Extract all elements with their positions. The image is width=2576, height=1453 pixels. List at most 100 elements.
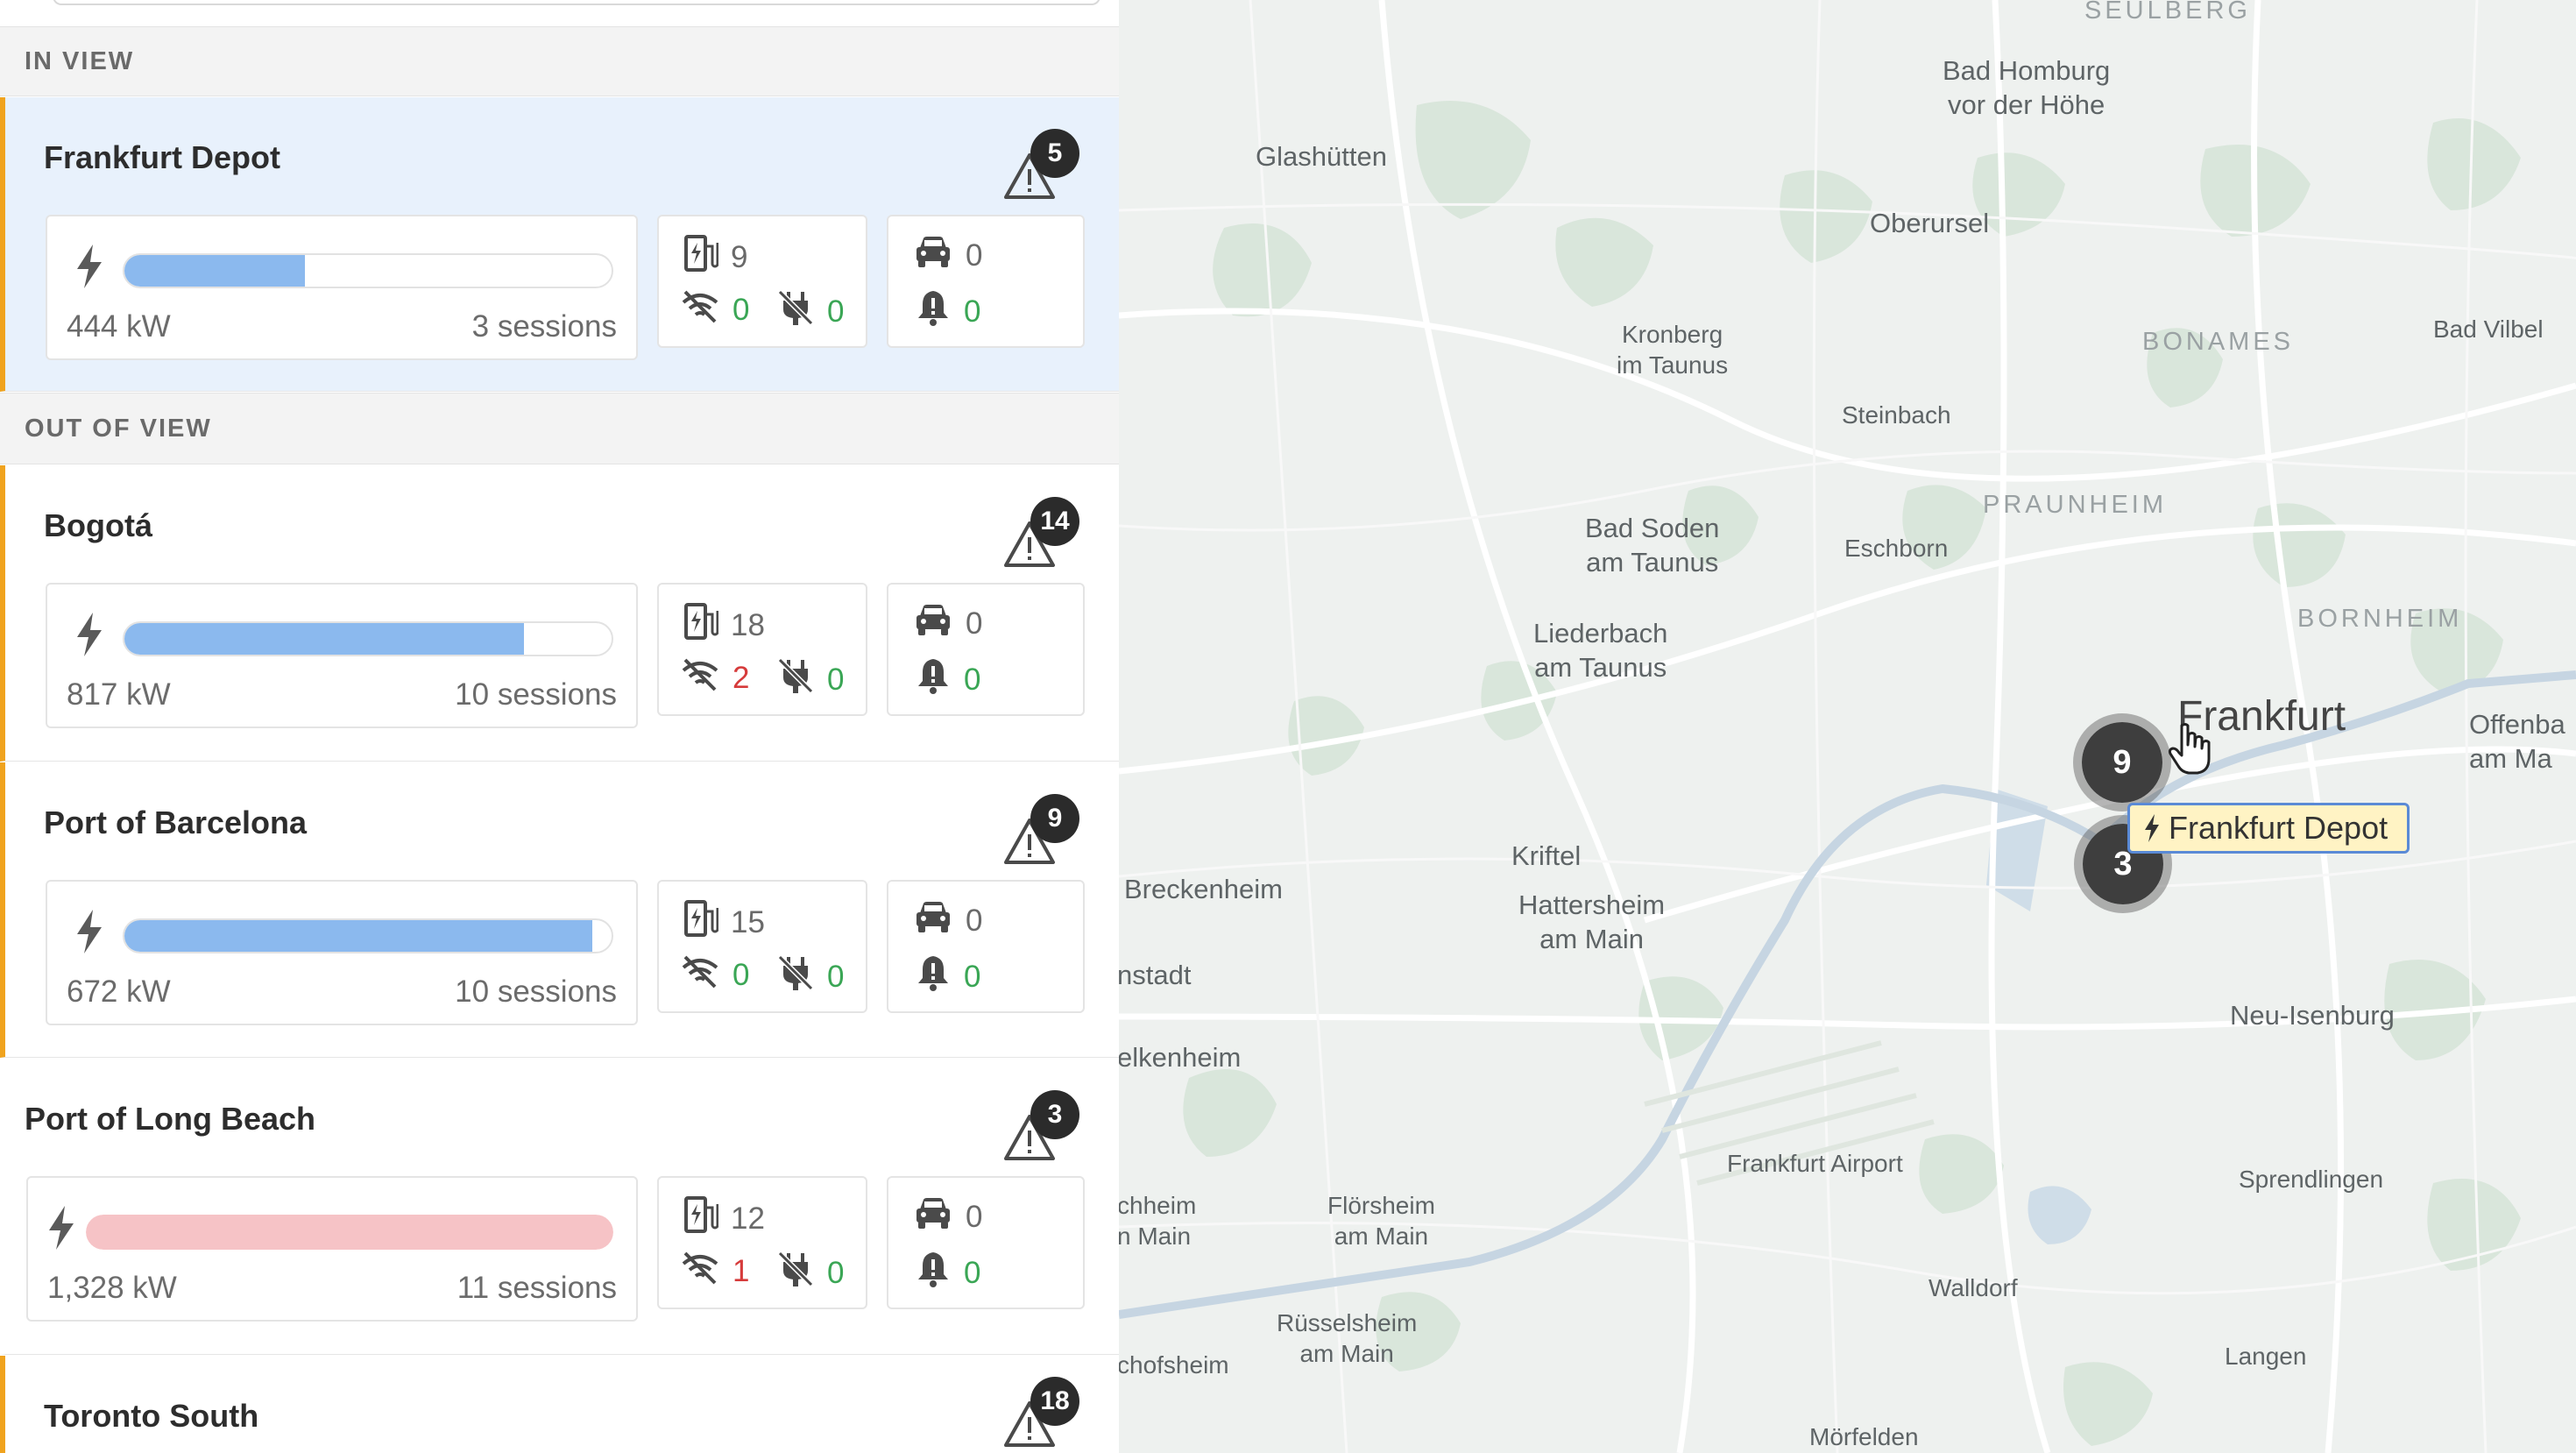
map-label: Hattersheim am Main — [1518, 890, 1666, 954]
vehicle-count: 0 — [966, 1199, 983, 1234]
session-count: 3 sessions — [471, 309, 617, 344]
vehicle-alert-count: 0 — [964, 1255, 981, 1290]
faulted-count: 0 — [827, 294, 845, 329]
power-panel: 444 kW 3 sessions — [46, 215, 638, 360]
power-kw: 672 kW — [67, 975, 171, 1009]
site-card-frankfurt-depot[interactable]: Frankfurt Depot 5 444 kW 3 sessions 9 0 … — [0, 97, 1119, 392]
alert-count-badge: 9 — [1030, 794, 1079, 843]
map-label: BORNHEIM — [2297, 605, 2463, 633]
vehicle-panel: 0 0 — [887, 1176, 1085, 1309]
car-icon — [913, 234, 953, 277]
wifi-off-icon — [680, 656, 720, 699]
power-capacity-bar — [123, 621, 613, 656]
map-label: Eschborn — [1844, 535, 1949, 562]
vehicle-count: 0 — [966, 237, 983, 273]
plug-off-icon — [776, 953, 815, 1000]
map-label: Flörsheim am Main — [1327, 1192, 1435, 1250]
out-of-view-header: OUT OF VIEW — [0, 393, 1119, 464]
power-panel: 817 kW 10 sessions — [46, 583, 638, 728]
site-card-port-of-barcelona[interactable]: Port of Barcelona 9 672 kW 10 sessions 1… — [0, 762, 1119, 1058]
vehicle-panel: 0 0 — [887, 215, 1085, 348]
site-name: Port of Long Beach — [25, 1101, 315, 1137]
charger-count: 12 — [731, 1201, 765, 1236]
charger-count: 15 — [731, 904, 765, 939]
map-label: chofsheim — [1119, 1351, 1229, 1379]
alert-indicator[interactable]: 9 — [995, 794, 1083, 873]
vehicle-panel: 0 0 — [887, 880, 1085, 1013]
charging-station-icon — [683, 234, 719, 280]
map-label: SEULBERG — [2084, 0, 2251, 25]
site-name: Frankfurt Depot — [44, 139, 280, 175]
alert-count-badge: 3 — [1030, 1090, 1079, 1139]
vehicle-alert-count: 0 — [964, 294, 981, 329]
bell-alert-icon — [915, 953, 952, 1000]
vehicle-alert-count: 0 — [964, 959, 981, 994]
map-view[interactable]: SEULBERG Bad Homburg vor der Höhe Glashü… — [1119, 0, 2576, 1453]
map-label: Kriftel — [1511, 840, 1582, 871]
lightning-icon — [2145, 814, 2159, 842]
map-label: Liederbach am Taunus — [1533, 618, 1668, 683]
map-label: Langen — [2225, 1343, 2307, 1370]
charger-panel: 12 1 0 — [657, 1176, 867, 1309]
session-count: 11 sessions — [456, 1271, 617, 1305]
in-view-header: IN VIEW — [0, 26, 1119, 96]
search-input[interactable] — [53, 0, 1100, 5]
alert-indicator[interactable]: 18 — [995, 1377, 1083, 1453]
charging-station-icon — [683, 1195, 719, 1242]
alert-count-badge: 14 — [1030, 497, 1079, 546]
map-label: nstadt — [1119, 960, 1192, 990]
site-card-bogota[interactable]: Bogotá 14 817 kW 10 sessions 18 2 0 0 0 — [0, 465, 1119, 762]
session-count: 10 sessions — [455, 677, 617, 712]
map-label: elkenheim — [1119, 1042, 1242, 1073]
map-label: Walldorf — [1928, 1274, 2018, 1301]
offline-count: 0 — [732, 292, 750, 327]
car-icon — [913, 899, 953, 942]
offline-count: 1 — [732, 1253, 750, 1288]
faulted-count: 0 — [827, 1255, 845, 1290]
charger-count: 18 — [731, 607, 765, 642]
site-card-port-of-long-beach[interactable]: Port of Long Beach 3 1,328 kW 11 session… — [0, 1059, 1119, 1355]
faulted-count: 0 — [827, 662, 845, 697]
wifi-off-icon — [680, 288, 720, 331]
alert-indicator[interactable]: 14 — [995, 497, 1083, 576]
offline-count: 0 — [732, 957, 750, 992]
alert-indicator[interactable]: 3 — [995, 1090, 1083, 1169]
map-label: Bad Soden am Taunus — [1585, 513, 1720, 578]
map-label: Frankfurt Airport — [1727, 1150, 1903, 1177]
map-label: chheim n Main — [1119, 1192, 1197, 1250]
lightning-icon — [77, 910, 102, 953]
bell-alert-icon — [915, 288, 952, 335]
map-label: BONAMES — [2142, 328, 2295, 356]
car-icon — [913, 602, 953, 645]
vehicle-panel: 0 0 — [887, 583, 1085, 716]
map-label: Steinbach — [1842, 401, 1951, 429]
site-cluster-upper[interactable]: 9 — [2073, 713, 2171, 812]
map-label: Breckenheim — [1124, 874, 1283, 904]
charging-station-icon — [683, 899, 719, 946]
power-kw: 1,328 kW — [47, 1271, 177, 1305]
site-name: Toronto South — [44, 1398, 259, 1434]
power-capacity-bar — [123, 918, 613, 953]
power-capacity-fill — [124, 623, 524, 655]
map-label: Kronberg im Taunus — [1617, 321, 1729, 379]
charging-station-icon — [683, 602, 719, 649]
power-capacity-fill — [124, 920, 592, 952]
power-capacity-fill — [124, 255, 305, 287]
vehicle-alert-count: 0 — [964, 662, 981, 697]
session-count: 10 sessions — [455, 975, 617, 1009]
alert-count-badge: 5 — [1030, 129, 1079, 178]
site-name: Port of Barcelona — [44, 804, 308, 840]
alert-indicator[interactable]: 5 — [995, 129, 1083, 208]
power-capacity-bar — [86, 1215, 613, 1250]
alert-count-badge: 18 — [1030, 1377, 1079, 1426]
lightning-icon — [49, 1206, 74, 1250]
map-label: Bad Vilbel — [2433, 315, 2544, 343]
site-card-toronto-south[interactable]: Toronto South 18 — [0, 1356, 1119, 1453]
wifi-off-icon — [680, 1250, 720, 1293]
power-panel: 672 kW 10 sessions — [46, 880, 638, 1025]
depot-marker-tooltip[interactable]: Frankfurt Depot — [2127, 803, 2410, 854]
plug-off-icon — [776, 1250, 815, 1296]
vehicle-count: 0 — [966, 606, 983, 641]
map-label: Offenba am Ma — [2469, 709, 2565, 774]
plug-off-icon — [776, 288, 815, 335]
